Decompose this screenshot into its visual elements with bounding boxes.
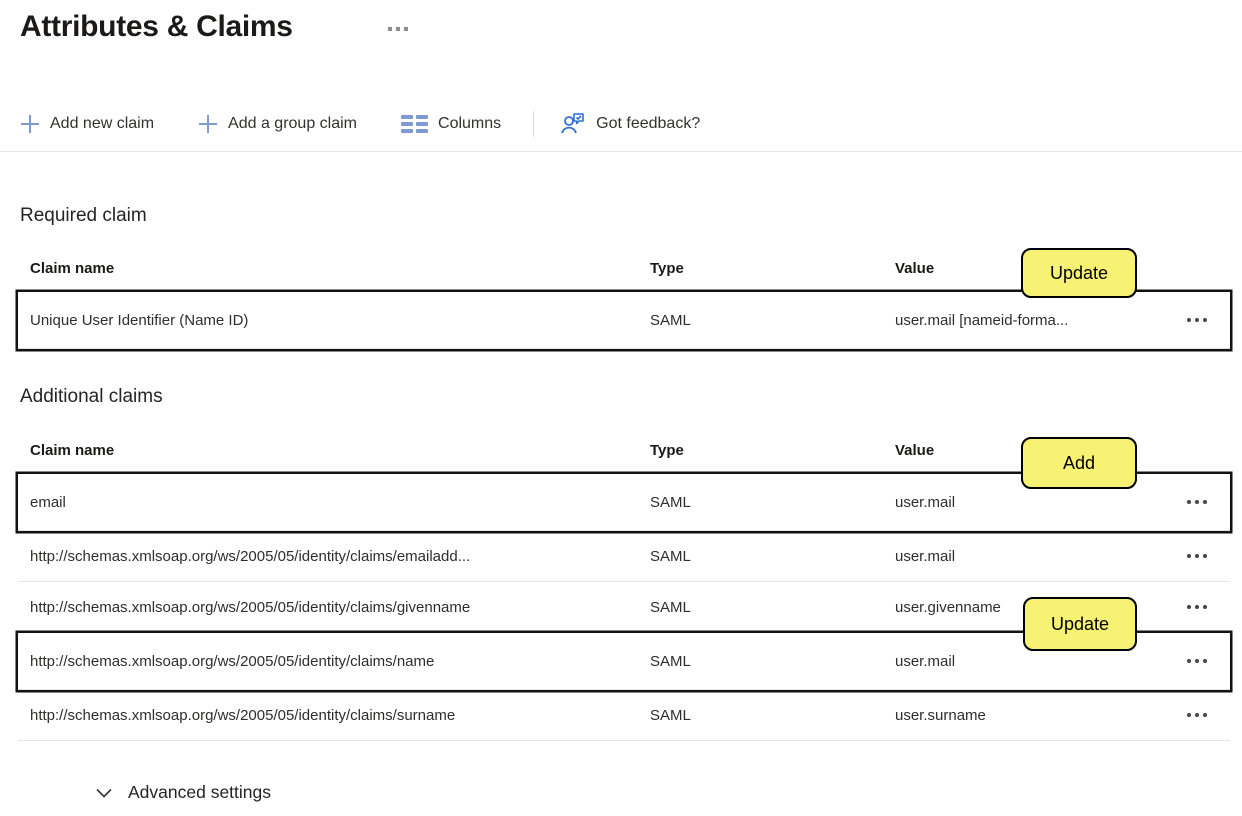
- page-title: Attributes & Claims: [20, 10, 293, 43]
- type-cell: SAML: [650, 598, 691, 616]
- row-more-menu-button[interactable]: [1185, 318, 1230, 322]
- attributes-claims-page: Attributes & Claims Add new claim Add a …: [0, 0, 1242, 816]
- feedback-icon: [560, 112, 586, 136]
- claim-name-cell[interactable]: email: [30, 494, 650, 511]
- table-row-surname[interactable]: http://schemas.xmlsoap.org/ws/2005/05/id…: [18, 690, 1230, 741]
- add-new-claim-button[interactable]: Add new claim: [20, 114, 154, 134]
- claim-name-cell[interactable]: http://schemas.xmlsoap.org/ws/2005/05/id…: [30, 653, 650, 670]
- columns-label: Columns: [438, 115, 502, 132]
- columns-button[interactable]: Columns: [401, 115, 501, 133]
- type-cell: SAML: [650, 493, 691, 511]
- more-horizontal-icon: [1187, 318, 1191, 322]
- got-feedback-button[interactable]: Got feedback?: [560, 112, 700, 136]
- advanced-settings-expander[interactable]: Advanced settings: [96, 782, 271, 803]
- row-more-menu-button[interactable]: [1185, 500, 1230, 504]
- title-more-menu-button[interactable]: [388, 27, 408, 31]
- table-row-emailaddress[interactable]: http://schemas.xmlsoap.org/ws/2005/05/id…: [18, 531, 1230, 582]
- annotation-callout-update-name: Update: [1023, 597, 1137, 651]
- more-horizontal-icon: [1187, 500, 1191, 504]
- header-type: Type: [650, 260, 684, 277]
- claim-name-cell[interactable]: http://schemas.xmlsoap.org/ws/2005/05/id…: [30, 599, 650, 616]
- more-dot: [388, 27, 392, 31]
- value-cell: user.mail: [895, 652, 956, 670]
- row-more-menu-button[interactable]: [1185, 605, 1230, 609]
- claim-name-cell[interactable]: http://schemas.xmlsoap.org/ws/2005/05/id…: [30, 548, 650, 565]
- header-claim-name: Claim name: [30, 260, 115, 277]
- annotation-callout-add-email: Add: [1021, 437, 1137, 489]
- claim-name-cell[interactable]: Unique User Identifier (Name ID): [30, 312, 650, 329]
- plus-icon: [198, 114, 218, 134]
- row-more-menu-button[interactable]: [1185, 713, 1230, 717]
- annotation-callout-update-required: Update: [1021, 248, 1137, 298]
- more-horizontal-icon: [1187, 659, 1191, 663]
- type-cell: SAML: [650, 652, 691, 670]
- claim-name-cell[interactable]: http://schemas.xmlsoap.org/ws/2005/05/id…: [30, 707, 650, 724]
- type-cell: SAML: [650, 706, 691, 724]
- additional-claims-section-title: Additional claims: [20, 386, 163, 407]
- add-group-claim-button[interactable]: Add a group claim: [198, 114, 357, 134]
- row-more-menu-button[interactable]: [1185, 659, 1230, 663]
- more-horizontal-icon: [1187, 605, 1191, 609]
- row-more-menu-button[interactable]: [1185, 554, 1230, 558]
- columns-icon: [401, 115, 429, 133]
- command-bar: Add new claim Add a group claim Columns …: [20, 106, 700, 142]
- advanced-settings-label: Advanced settings: [128, 782, 272, 802]
- table-row-unique-user-identifier[interactable]: Unique User Identifier (Name ID) SAML us…: [18, 292, 1230, 349]
- required-claim-section-title: Required claim: [20, 205, 147, 226]
- value-cell: user.surname: [895, 706, 986, 724]
- type-cell: SAML: [650, 311, 691, 329]
- header-type: Type: [650, 442, 684, 459]
- plus-icon: [20, 114, 40, 134]
- more-dot: [396, 27, 400, 31]
- header-claim-name: Claim name: [30, 442, 115, 459]
- type-cell: SAML: [650, 547, 691, 565]
- toolbar-divider: [533, 111, 535, 137]
- chevron-down-icon: [96, 788, 112, 798]
- add-group-claim-label: Add a group claim: [228, 115, 358, 132]
- toolbar-separator: [0, 151, 1242, 152]
- value-cell: user.mail: [895, 547, 956, 565]
- add-new-claim-label: Add new claim: [50, 115, 155, 132]
- more-horizontal-icon: [1187, 713, 1191, 717]
- value-cell: user.mail: [895, 493, 956, 511]
- value-cell: user.mail [nameid-forma...: [895, 311, 1069, 329]
- got-feedback-label: Got feedback?: [596, 115, 701, 132]
- more-horizontal-icon: [1187, 554, 1191, 558]
- more-dot: [404, 27, 408, 31]
